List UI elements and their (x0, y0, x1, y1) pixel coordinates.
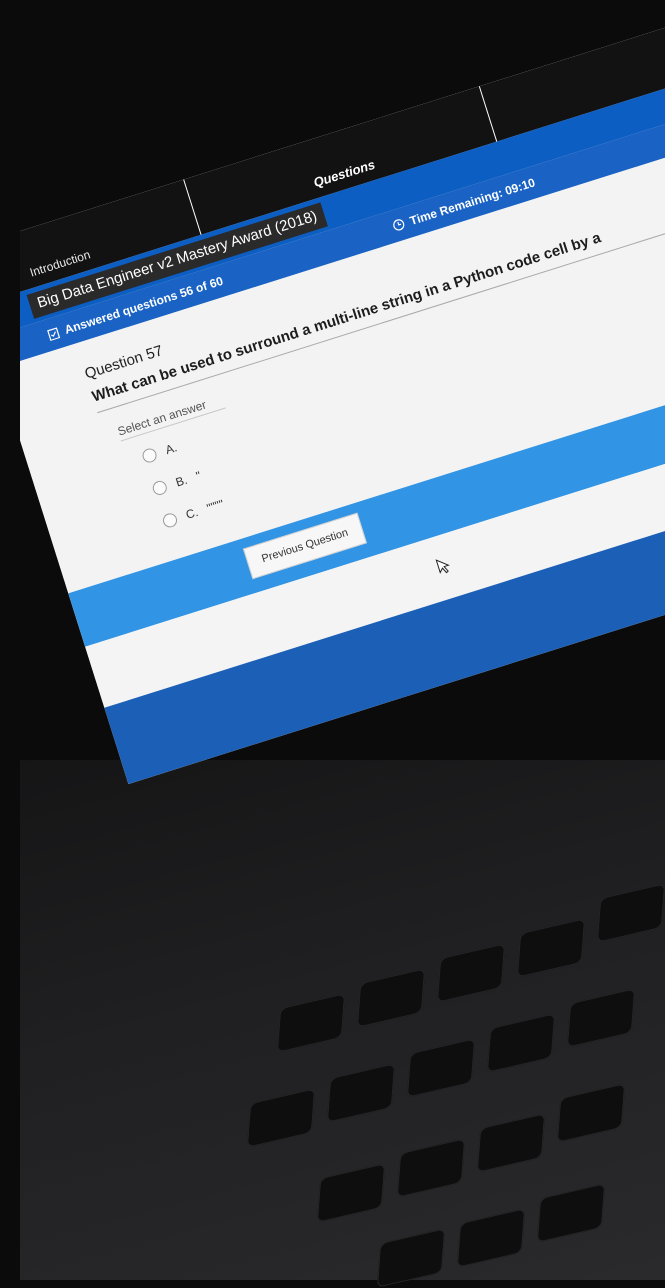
keyboard-key (276, 993, 346, 1053)
keyboard-key (516, 918, 586, 978)
keyboard-key (476, 1113, 546, 1173)
clipboard-check-icon (47, 327, 61, 342)
keyboard-key (486, 1013, 556, 1073)
screen-bezel (0, 0, 20, 1280)
exam-screen: Introduction Questions Big Data Engineer… (0, 3, 665, 785)
keyboard-key (436, 943, 506, 1003)
keyboard-key (316, 1163, 386, 1223)
keyboard-key (566, 988, 636, 1048)
keyboard-key (536, 1183, 606, 1243)
keyboard-key (356, 968, 426, 1028)
keyboard-key (326, 1063, 396, 1123)
keyboard-key (376, 1228, 446, 1288)
keyboard-key (456, 1208, 526, 1268)
keyboard-key (596, 883, 665, 943)
keyboard-key (246, 1088, 316, 1148)
keyboard-key (556, 1083, 626, 1143)
laptop-keyboard-area (0, 760, 665, 1288)
keyboard-key (406, 1038, 476, 1098)
clock-icon (393, 219, 405, 231)
keyboard-key (396, 1138, 466, 1198)
